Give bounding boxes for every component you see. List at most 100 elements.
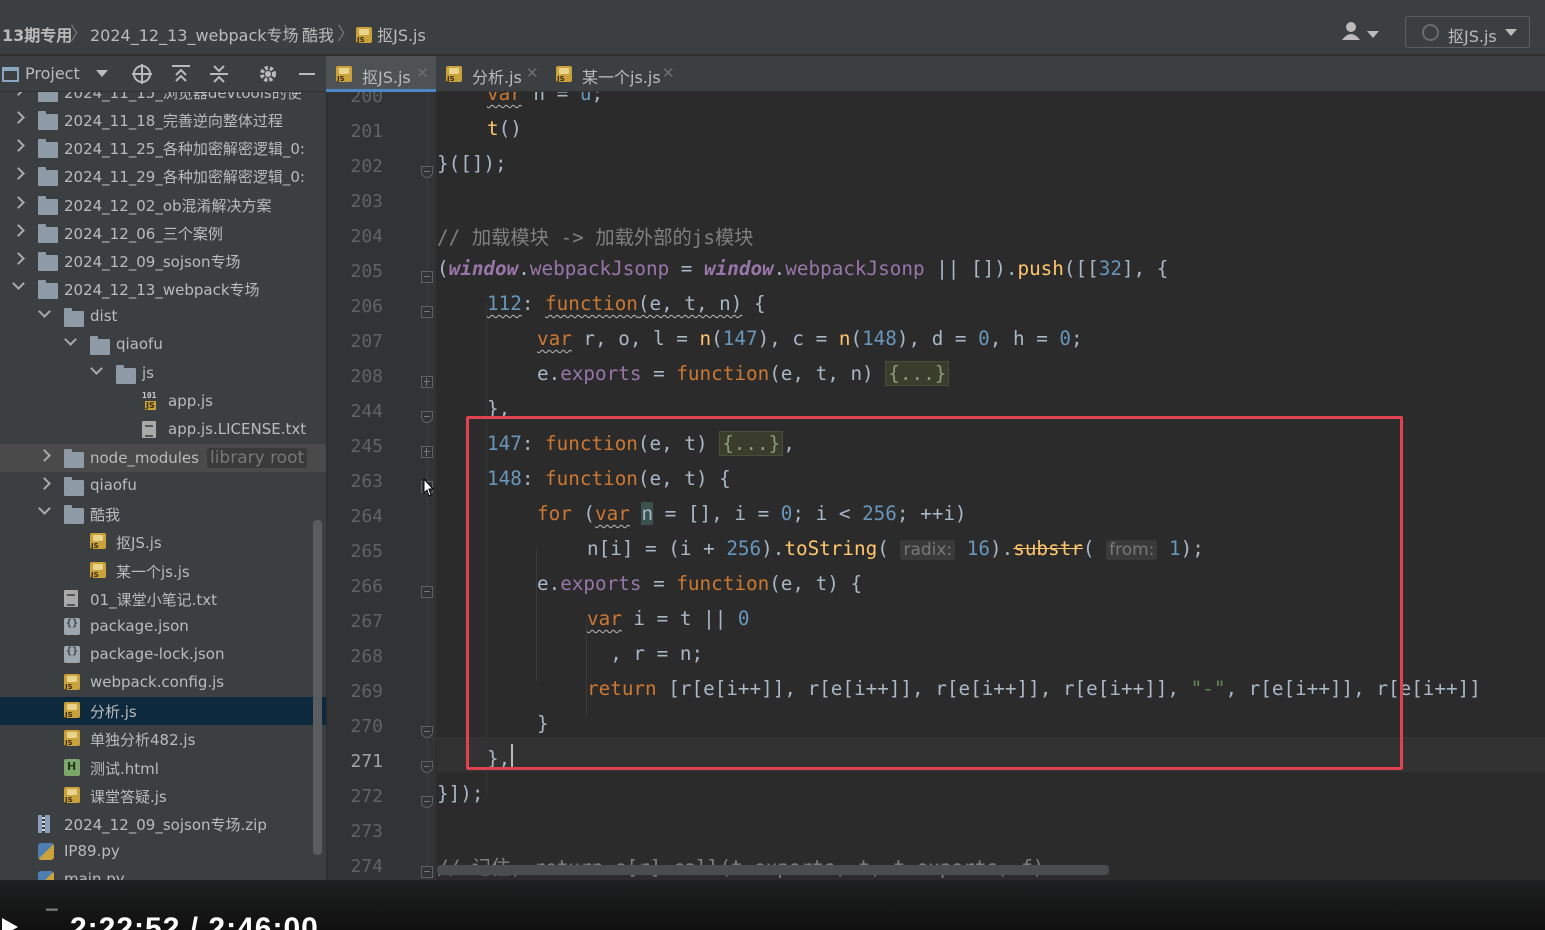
tree-folder[interactable]: 2024_12_02_ob混淆解决方案 [0, 191, 326, 219]
breadcrumb-project[interactable]: 13期专用 [2, 22, 72, 46]
line-number[interactable]: 265 [327, 541, 383, 562]
tree-file[interactable]: package.json [0, 613, 326, 641]
fold-toggle-icon[interactable] [421, 796, 433, 808]
tree-file[interactable]: 某一个js.js [0, 557, 326, 585]
line-number[interactable]: 268 [327, 646, 383, 667]
tree-scrollbar[interactable] [313, 520, 322, 855]
tree-folder[interactable]: dist [0, 303, 326, 331]
line-number[interactable]: 206 [327, 296, 383, 317]
tree-folder[interactable]: 2024_11_18_完善逆向整体过程 [0, 106, 326, 134]
breadcrumb-folder[interactable]: 2024_12_13_webpack专场 [90, 22, 299, 46]
fold-toggle-icon[interactable] [421, 446, 433, 458]
line-number[interactable]: 271 [327, 751, 383, 772]
chevron-right-icon[interactable] [38, 449, 51, 462]
tree-file[interactable]: app.js [0, 388, 326, 416]
play-icon[interactable] [2, 918, 18, 930]
minimize-icon[interactable] [296, 63, 318, 85]
gear-icon[interactable] [257, 63, 279, 85]
run-configuration-select[interactable]: 抠JS.js [1405, 16, 1530, 48]
line-number[interactable]: 273 [327, 821, 383, 842]
chevron-right-icon[interactable] [12, 223, 25, 237]
tree-file[interactable]: IP89.py [0, 838, 326, 866]
tree-file[interactable]: app.js.LICENSE.txt [0, 416, 326, 444]
line-number[interactable]: 269 [327, 681, 383, 702]
fold-toggle-icon[interactable] [421, 411, 433, 423]
collapse-all-icon[interactable] [208, 63, 230, 85]
line-number[interactable]: 270 [327, 716, 383, 737]
breadcrumb-file[interactable]: 抠JS.js [356, 22, 426, 46]
tree-folder[interactable]: js [0, 360, 326, 388]
line-number[interactable]: 200 [327, 92, 383, 107]
tree-file[interactable]: 单独分析482.js [0, 725, 326, 753]
js-file-icon [356, 27, 372, 44]
tree-folder[interactable]: 酷我 [0, 500, 326, 528]
tree-folder[interactable]: 2024_12_13_webpack专场 [0, 275, 326, 303]
fold-toggle-icon[interactable] [421, 306, 433, 318]
line-number[interactable]: 266 [327, 576, 383, 597]
line-number[interactable]: 207 [327, 331, 383, 352]
tab-kou-js[interactable]: 抠JS.js ✕ [326, 56, 436, 92]
chevron-down-icon[interactable] [38, 305, 51, 319]
chevron-right-icon[interactable] [12, 92, 25, 96]
chevron-down-icon[interactable] [90, 361, 103, 375]
line-number[interactable]: 208 [327, 366, 383, 387]
line-number[interactable]: 202 [327, 156, 383, 177]
fold-toggle-icon[interactable] [421, 726, 433, 738]
close-icon[interactable]: ✕ [526, 64, 539, 82]
tree-file[interactable]: 测试.html [0, 754, 326, 782]
line-number[interactable]: 267 [327, 611, 383, 632]
tree-file[interactable]: webpack.config.js [0, 669, 326, 697]
project-view-selector[interactable]: Project [25, 64, 80, 83]
tree-item-label: 抠JS.js [116, 534, 162, 553]
fold-toggle-icon[interactable] [421, 271, 433, 283]
tree-folder[interactable]: qiaofu [0, 331, 326, 359]
fold-toggle-icon[interactable] [421, 586, 433, 598]
tree-folder[interactable]: 2024_11_25_各种加密解密逻辑_0: [0, 134, 326, 162]
chevron-right-icon[interactable] [12, 252, 25, 265]
line-number[interactable]: 264 [327, 506, 383, 527]
tab-fenxi-js[interactable]: 分析.js ✕ [436, 56, 546, 92]
tree-file[interactable]: 01_课堂小笔记.txt [0, 585, 326, 613]
tree-folder[interactable]: qiaofu [0, 472, 326, 500]
user-account-button[interactable] [1340, 20, 1380, 46]
line-number[interactable]: 203 [327, 191, 383, 212]
chevron-right-icon[interactable] [12, 111, 25, 125]
tree-folder[interactable]: node_modules library root [0, 443, 326, 472]
fold-toggle-icon[interactable] [421, 866, 433, 878]
tree-file[interactable]: 课堂答疑.js [0, 782, 326, 810]
chevron-down-icon[interactable] [64, 333, 77, 347]
chevron-right-icon[interactable] [38, 477, 51, 490]
close-icon[interactable]: ✕ [416, 64, 429, 82]
chevron-right-icon[interactable] [12, 139, 25, 153]
tree-file[interactable]: 抠JS.js [0, 528, 326, 556]
chevron-down-icon[interactable] [12, 277, 25, 290]
line-number[interactable]: 263 [327, 471, 383, 492]
breadcrumb-subfolder[interactable]: 酷我 [302, 22, 334, 46]
line-number[interactable]: 244 [327, 401, 383, 422]
chevron-right-icon[interactable] [12, 167, 25, 181]
tree-folder[interactable]: 2024_11_29_各种加密解密逻辑_0: [0, 162, 326, 190]
tree-file[interactable]: 2024_12_09_sojson专场.zip [0, 810, 326, 838]
tree-folder[interactable]: 2024_12_09_sojson专场 [0, 247, 326, 275]
line-number[interactable]: 274 [327, 856, 383, 877]
fold-toggle-icon[interactable] [421, 761, 433, 773]
tree-file[interactable]: package-lock.json [0, 641, 326, 669]
close-icon[interactable]: ✕ [662, 64, 675, 82]
chevron-down-icon[interactable] [38, 502, 51, 516]
line-number[interactable]: 272 [327, 786, 383, 807]
line-number[interactable]: 205 [327, 261, 383, 282]
tree-folder[interactable]: 2024_12_06_三个案例 [0, 219, 326, 247]
fold-toggle-icon[interactable] [421, 166, 433, 178]
tree-folder[interactable]: 2024_11_15_浏览器devtools的使 [0, 92, 326, 106]
horizontal-scrollbar[interactable] [437, 865, 1109, 875]
chevron-down-icon[interactable] [96, 70, 108, 77]
locate-file-icon[interactable] [131, 63, 153, 85]
tree-file[interactable]: 分析.js [0, 697, 326, 726]
fold-toggle-icon[interactable] [421, 376, 433, 388]
chevron-right-icon[interactable] [12, 195, 25, 209]
expand-all-icon[interactable] [170, 63, 192, 85]
line-number[interactable]: 245 [327, 436, 383, 457]
line-number[interactable]: 201 [327, 121, 383, 142]
line-number[interactable]: 204 [327, 226, 383, 247]
tab-mouyige-js[interactable]: 某一个js.js ✕ [546, 56, 686, 92]
